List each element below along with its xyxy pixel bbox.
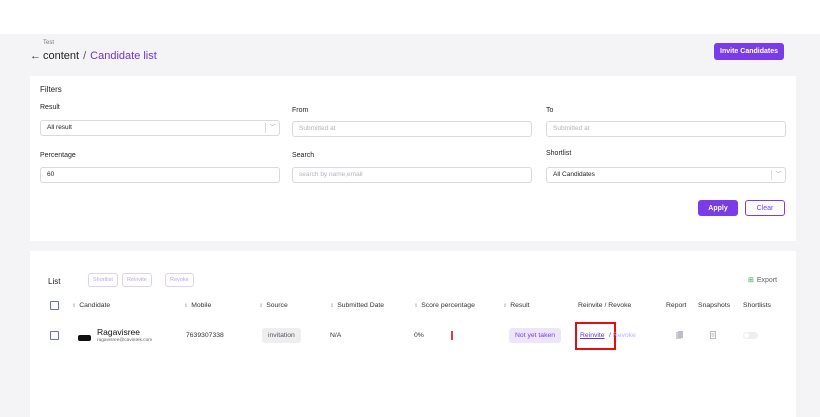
row-checkbox[interactable] <box>50 331 59 340</box>
column-header[interactable]: ⇕ Source <box>259 302 288 309</box>
shortlist-toggle[interactable] <box>743 332 758 339</box>
column-header[interactable]: ⇕ Score percentage <box>414 302 475 309</box>
clear-button[interactable]: Clear <box>745 200 785 216</box>
excel-icon: ⊞ <box>748 277 754 284</box>
shortlist-label: Shortlist <box>546 150 572 157</box>
percentage-input[interactable]: 60 <box>40 167 280 183</box>
shortlist-select-value: All Candidates <box>553 171 595 178</box>
export-button[interactable]: ⊞ Export <box>748 276 777 284</box>
to-label: To <box>546 107 554 114</box>
export-label: Export <box>756 277 778 284</box>
result-label: Result <box>40 104 60 111</box>
score-percentage: 0% <box>414 332 424 339</box>
chevron-down-icon: ﹀ <box>265 123 279 133</box>
submitted-date: N/A <box>330 332 342 339</box>
sort-icon: ⇕ <box>259 303 264 309</box>
column-header[interactable]: ⇕ Candidate <box>72 302 110 309</box>
source-badge: invitation <box>262 328 301 343</box>
reinvite-link[interactable]: Reinvite <box>580 332 605 339</box>
shortlist-bulk-button[interactable]: Shortlist <box>88 273 118 287</box>
percentage-label: Percentage <box>40 152 76 159</box>
result-select-value: All result <box>47 124 72 131</box>
filters-panel: Filters Result All result ﹀ From Submitt… <box>30 76 796 241</box>
revoke-bulk-button[interactable]: Revoke <box>165 273 194 287</box>
page-title: Candidate list <box>90 50 157 62</box>
list-title: List <box>48 277 61 286</box>
column-header: Report <box>666 302 687 309</box>
back-arrow-icon[interactable]: ← <box>30 50 41 62</box>
candidate-email: ragavisree@cavintek.com <box>97 338 153 343</box>
top-bar <box>0 0 820 34</box>
apply-button[interactable]: Apply <box>698 200 738 216</box>
from-date-input[interactable]: Submitted at <box>292 121 532 137</box>
reinvite-bulk-button[interactable]: Reinvite <box>122 273 152 287</box>
candidate-name: Ragavisree <box>97 327 140 337</box>
column-header: Reinvite / Revoke <box>578 302 632 309</box>
report-icon[interactable] <box>676 331 683 339</box>
breadcrumb-parent[interactable]: content <box>43 50 79 62</box>
toggle-knob <box>744 333 749 338</box>
sort-icon: ⇕ <box>330 303 335 309</box>
column-header[interactable]: ⇕ Submitted Date <box>330 302 384 309</box>
sort-icon: ⇕ <box>414 303 419 309</box>
search-input[interactable]: search by name,email <box>292 167 532 183</box>
candidate-mobile: 7639307338 <box>186 332 224 339</box>
column-header: Snapshots <box>698 302 731 309</box>
sort-icon: ⇕ <box>503 303 508 309</box>
breadcrumb-test: Test <box>43 40 55 46</box>
search-label: Search <box>292 152 315 159</box>
sort-icon: ⇕ <box>184 303 189 309</box>
revoke-link[interactable]: / Revoke <box>609 332 636 339</box>
to-date-input[interactable]: Submitted at <box>546 121 786 137</box>
snapshot-icon[interactable] <box>710 331 716 339</box>
from-label: From <box>292 107 309 114</box>
sort-icon: ⇕ <box>72 303 77 309</box>
filters-title: Filters <box>40 85 62 94</box>
score-bar <box>451 331 453 340</box>
breadcrumb-separator: / <box>83 50 87 62</box>
result-select[interactable]: All result ﹀ <box>40 120 280 136</box>
result-badge: Not yet taken <box>509 328 562 343</box>
shortlist-select[interactable]: All Candidates ﹀ <box>546 167 786 183</box>
chevron-down-icon: ﹀ <box>771 170 785 180</box>
page-header: Test ← content / Candidate list Invite Can… <box>30 40 796 68</box>
column-header: Shortlists <box>743 302 771 309</box>
breadcrumb: content / Candidate list <box>43 50 157 62</box>
column-header[interactable]: ⇕ Mobile <box>184 302 211 309</box>
avatar <box>78 335 91 341</box>
column-header[interactable]: ⇕ Result <box>503 302 529 309</box>
select-all-checkbox[interactable] <box>50 301 59 310</box>
candidate-list-panel: List Shortlist Reinvite Revoke ⊞ Export ⇕… <box>30 251 796 417</box>
invite-candidates-button[interactable]: Invite Candidates <box>714 43 784 60</box>
revoke-label: Revoke <box>612 332 636 339</box>
